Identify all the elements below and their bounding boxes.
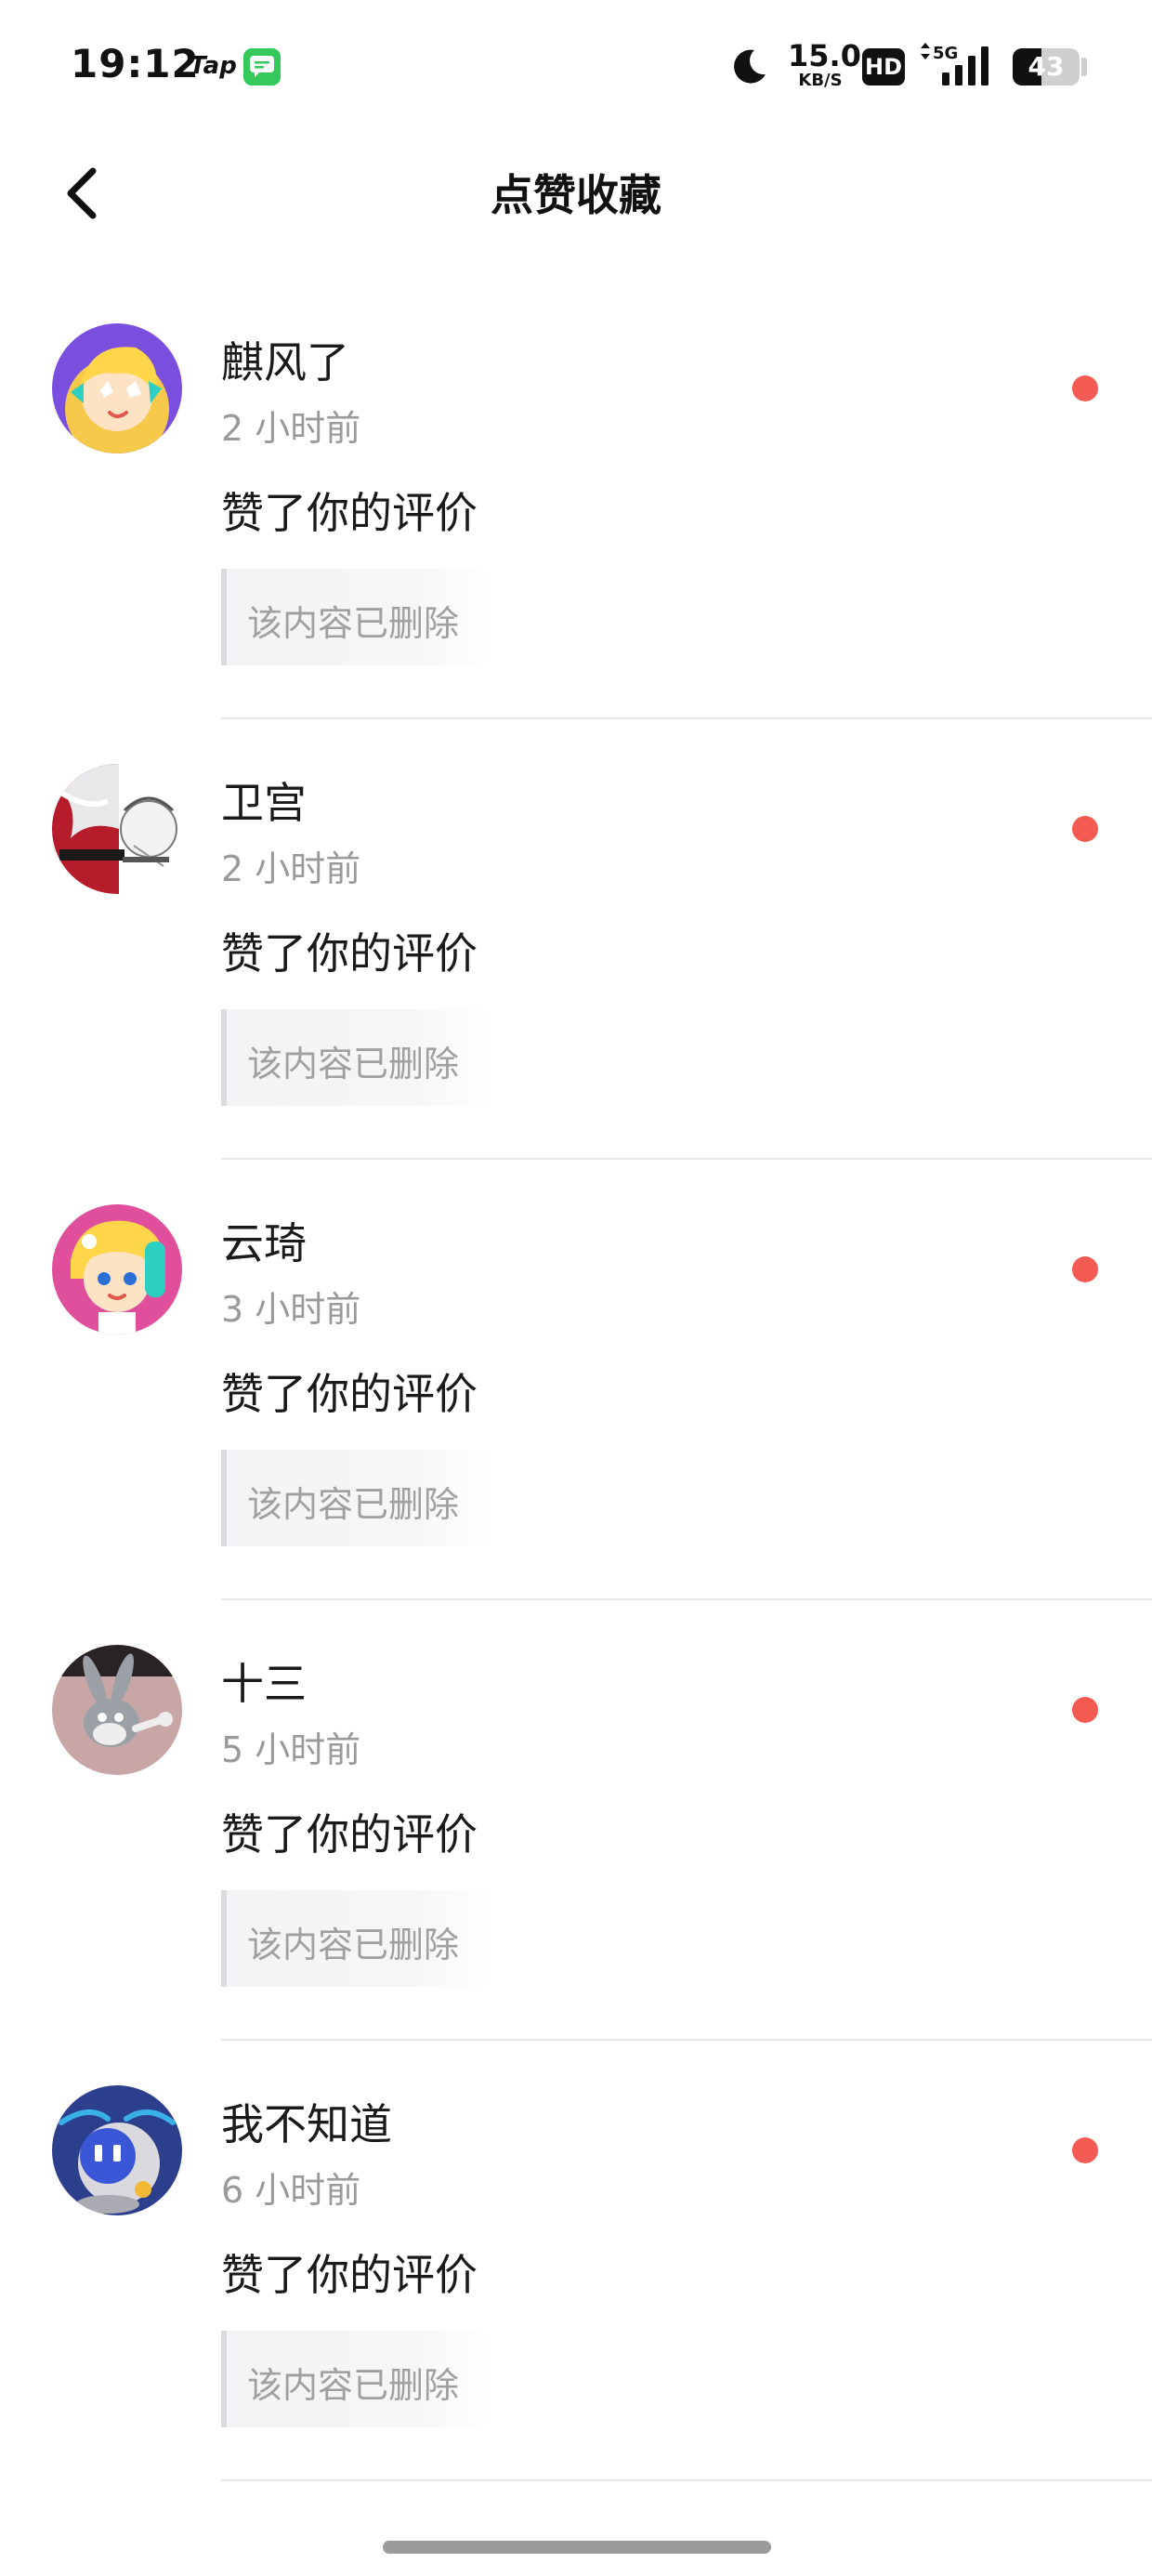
battery-icon: 43 xyxy=(1013,48,1080,85)
timestamp: 2 小时前 xyxy=(221,408,361,449)
username[interactable]: 我不知道 xyxy=(221,2091,392,2152)
nav-header: 点赞收藏 xyxy=(0,130,1152,255)
notification-item[interactable]: 云琦 3 小时前 赞了你的评价 该内容已删除 xyxy=(0,1160,1152,1600)
quoted-content-text: 该内容已删除 xyxy=(247,2365,460,2406)
unread-dot xyxy=(1072,2137,1098,2163)
avatar[interactable] xyxy=(52,1204,182,1334)
notification-item[interactable]: 我不知道 6 小时前 赞了你的评价 该内容已删除 xyxy=(0,2041,1152,2481)
action-text: 赞了你的评价 xyxy=(221,488,478,538)
avatar[interactable] xyxy=(52,323,182,453)
username[interactable]: 云琦 xyxy=(221,1210,307,1271)
tap-icon: Tap xyxy=(190,52,237,80)
username[interactable]: 卫宫 xyxy=(221,769,307,831)
quoted-content[interactable]: 该内容已删除 xyxy=(221,1890,491,1987)
timestamp: 5 小时前 xyxy=(221,1729,361,1770)
moon-icon xyxy=(728,46,769,91)
timestamp: 3 小时前 xyxy=(221,1289,361,1330)
quoted-content[interactable]: 该内容已删除 xyxy=(221,569,491,665)
unread-dot xyxy=(1072,1256,1098,1282)
status-time: 19:12 xyxy=(71,41,200,86)
battery-tip xyxy=(1081,58,1087,76)
notification-item[interactable]: 十三 5 小时前 赞了你的评价 该内容已删除 xyxy=(0,1600,1152,2041)
quoted-content[interactable]: 该内容已删除 xyxy=(221,2331,491,2427)
home-indicator[interactable] xyxy=(383,2541,771,2554)
notification-item[interactable]: 卫宫 2 小时前 赞了你的评价 该内容已删除 xyxy=(0,719,1152,1160)
quoted-content-text: 该内容已删除 xyxy=(247,1925,460,1965)
avatar[interactable] xyxy=(52,1645,182,1775)
chat-icon xyxy=(243,48,281,85)
avatar[interactable] xyxy=(52,2085,182,2215)
quoted-content-text: 该内容已删除 xyxy=(247,603,460,644)
svg-text:5G: 5G xyxy=(933,44,958,63)
timestamp: 6 小时前 xyxy=(221,2170,361,2211)
network-speed: 15.0 KB/S xyxy=(788,38,861,90)
quoted-content-text: 该内容已删除 xyxy=(247,1044,460,1084)
notification-list: 麒风了 2 小时前 赞了你的评价 该内容已删除 卫宫 2 小时前 赞了你的评价 xyxy=(0,279,1152,2481)
notification-item[interactable]: 麒风了 2 小时前 赞了你的评价 该内容已删除 xyxy=(0,279,1152,719)
quoted-content[interactable]: 该内容已删除 xyxy=(221,1450,491,1546)
unread-dot xyxy=(1072,375,1098,401)
unread-dot xyxy=(1072,1697,1098,1723)
signal-icon: 5G xyxy=(920,41,1005,93)
battery-level: 43 xyxy=(1028,51,1065,82)
quoted-content[interactable]: 该内容已删除 xyxy=(221,1009,491,1106)
page-title: 点赞收藏 xyxy=(491,170,661,220)
divider xyxy=(221,2479,1152,2481)
timestamp: 2 小时前 xyxy=(221,848,361,889)
username[interactable]: 麒风了 xyxy=(221,329,349,390)
avatar[interactable] xyxy=(52,764,182,894)
quoted-content-text: 该内容已删除 xyxy=(247,1484,460,1525)
username[interactable]: 十三 xyxy=(221,1650,307,1712)
unread-dot xyxy=(1072,816,1098,842)
action-text: 赞了你的评价 xyxy=(221,2250,478,2300)
action-text: 赞了你的评价 xyxy=(221,1369,478,1419)
status-bar: 19:12 Tap 15.0 KB/S HD 5G 43 xyxy=(0,0,1152,130)
hd-icon: HD xyxy=(862,48,905,85)
action-text: 赞了你的评价 xyxy=(221,1809,478,1860)
action-text: 赞了你的评价 xyxy=(221,928,478,979)
